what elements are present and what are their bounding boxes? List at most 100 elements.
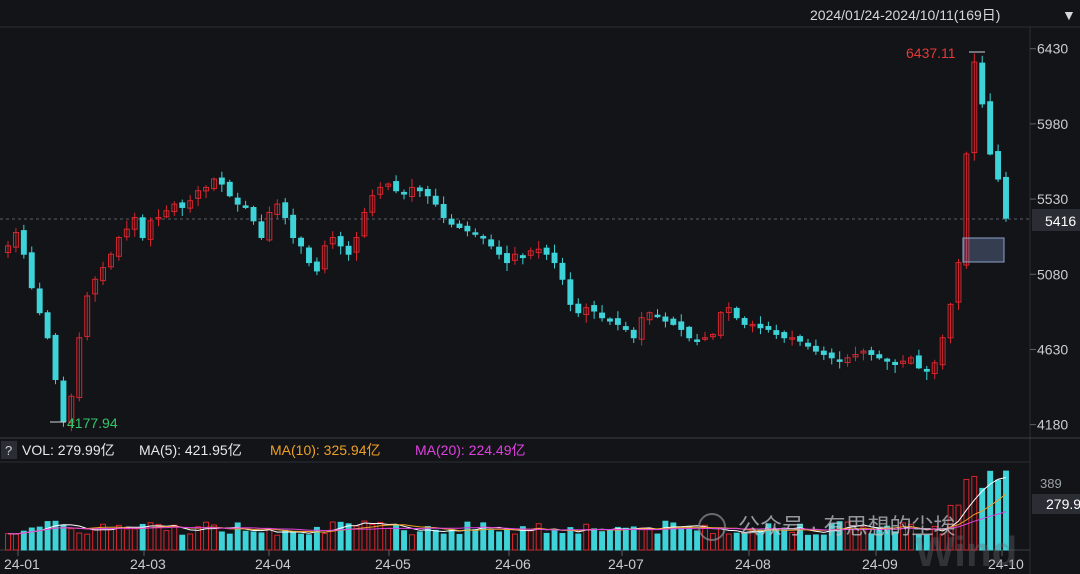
date-range-label[interactable]: 2024/01/24-2024/10/11(169日) bbox=[810, 7, 1000, 23]
volume-bar bbox=[163, 530, 170, 551]
candle-body bbox=[36, 288, 43, 314]
selection-box[interactable] bbox=[962, 237, 1005, 263]
volume-bar bbox=[496, 531, 503, 551]
candle-body bbox=[456, 223, 463, 228]
y-tick-label: 5530 bbox=[1037, 191, 1068, 207]
volume-bar bbox=[448, 528, 455, 551]
volume-bar bbox=[488, 529, 495, 551]
candle-body bbox=[630, 329, 637, 339]
volume-bar bbox=[369, 523, 376, 551]
candle-body bbox=[313, 261, 320, 272]
volume-bar bbox=[5, 533, 11, 551]
candle-body bbox=[504, 253, 510, 264]
low-price-label: 4177.94 bbox=[67, 415, 118, 431]
candle-body bbox=[52, 334, 59, 381]
x-tick-label: 24-07 bbox=[608, 556, 644, 572]
candle-body bbox=[599, 312, 606, 319]
volume-bar bbox=[511, 533, 518, 551]
volume-bar bbox=[638, 527, 645, 551]
volume-bar bbox=[472, 529, 479, 551]
volume-bar bbox=[464, 521, 471, 551]
candle-body bbox=[432, 195, 439, 205]
candle-body bbox=[44, 312, 51, 339]
candle-body bbox=[678, 321, 685, 330]
candle-body bbox=[551, 252, 558, 264]
volume-bar bbox=[337, 521, 344, 551]
chart-canvas[interactable]: 2024/01/24-2024/10/11(169日) ▼ 4180 4630 50… bbox=[0, 0, 1080, 574]
candle-body bbox=[892, 361, 899, 365]
wind-brand-logo: Wind bbox=[915, 528, 1017, 574]
volume-bar bbox=[662, 520, 669, 551]
volume-bar bbox=[108, 528, 114, 551]
candle-body bbox=[1003, 176, 1009, 219]
candle-body bbox=[337, 236, 344, 247]
volume-bar bbox=[622, 527, 629, 551]
candle-body bbox=[662, 316, 669, 322]
volume-bar bbox=[290, 530, 297, 551]
volume-bar bbox=[591, 528, 598, 551]
volume-bar bbox=[654, 533, 661, 551]
volume-bar bbox=[575, 533, 582, 551]
candle-body bbox=[416, 187, 423, 192]
volume-bar bbox=[456, 533, 463, 551]
volume-bar bbox=[123, 528, 130, 551]
candle-body bbox=[218, 177, 225, 185]
candle-body bbox=[401, 191, 407, 195]
candle-body bbox=[915, 355, 922, 369]
y-axis-ticks: 4180 4630 5080 5530 5980 6430 bbox=[1030, 41, 1068, 433]
candle-body bbox=[306, 247, 312, 264]
volume-bar bbox=[686, 525, 693, 551]
candle-body bbox=[654, 314, 661, 318]
candle-body bbox=[448, 218, 455, 225]
volume-bar bbox=[345, 523, 352, 551]
volume-bar bbox=[385, 527, 392, 551]
volume-bar bbox=[599, 531, 606, 551]
candle-body bbox=[773, 330, 780, 335]
candle-body bbox=[20, 230, 27, 255]
volume-bar bbox=[250, 531, 257, 551]
volume-bar bbox=[84, 533, 91, 551]
candle-body bbox=[884, 358, 891, 362]
volume-bar bbox=[68, 528, 75, 551]
help-icon[interactable]: ? bbox=[5, 443, 12, 458]
volume-bar bbox=[218, 531, 225, 551]
candle-body bbox=[757, 323, 764, 329]
candle-body bbox=[298, 237, 305, 247]
candle-body bbox=[480, 236, 487, 239]
x-tick-label: 24-06 bbox=[495, 556, 531, 572]
candle-body bbox=[805, 342, 811, 347]
candle-body bbox=[242, 205, 249, 208]
candle-body bbox=[345, 245, 352, 255]
kline-chart-window: 2024/01/24-2024/10/11(169日) ▼ 4180 4630 50… bbox=[0, 0, 1080, 574]
candle-body bbox=[923, 368, 930, 372]
triangle-down-icon[interactable]: ▼ bbox=[1062, 7, 1076, 23]
volume-bar bbox=[329, 521, 336, 551]
candle-body bbox=[472, 232, 479, 235]
volume-bar bbox=[551, 529, 558, 551]
candle-body bbox=[440, 204, 447, 218]
candle-body bbox=[733, 307, 740, 319]
volume-bar bbox=[408, 534, 415, 551]
candle-body bbox=[60, 380, 67, 422]
volume-bar bbox=[266, 528, 273, 551]
candle-body bbox=[282, 202, 289, 218]
candle-body bbox=[686, 326, 693, 339]
candle-body bbox=[987, 101, 994, 155]
candle-body bbox=[741, 318, 748, 325]
volume-bar bbox=[361, 520, 368, 551]
y-tick-label: 4180 bbox=[1037, 417, 1068, 433]
volume-bar bbox=[709, 533, 716, 551]
volume-bar bbox=[44, 521, 51, 551]
candle-body bbox=[559, 262, 566, 280]
candlestick-series bbox=[5, 53, 1009, 432]
candle-body bbox=[828, 352, 835, 359]
volume-bar bbox=[416, 531, 423, 551]
volume-bar bbox=[179, 534, 186, 551]
candle-body bbox=[694, 339, 701, 342]
volume-bar bbox=[203, 521, 209, 551]
volume-bar bbox=[607, 529, 613, 551]
volume-bar bbox=[678, 526, 685, 551]
volume-bar bbox=[694, 530, 701, 551]
ma5-label: MA(5): 421.95亿 bbox=[139, 442, 242, 458]
volume-bar bbox=[187, 533, 194, 551]
